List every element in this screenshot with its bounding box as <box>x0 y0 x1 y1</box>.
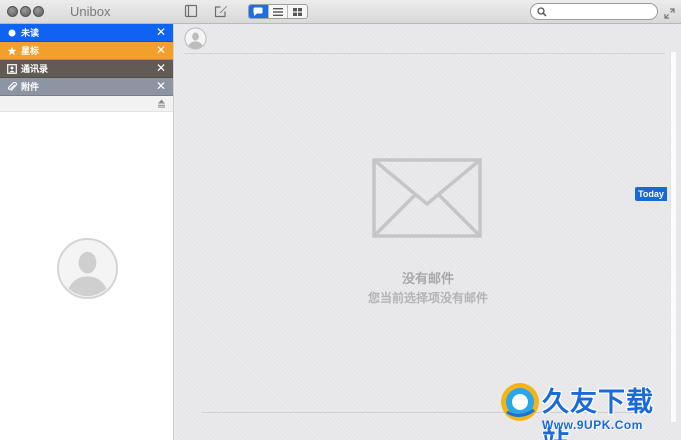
remove-filter-button[interactable]: ✕ <box>156 26 166 39</box>
remove-filter-button[interactable]: ✕ <box>156 62 166 75</box>
filter-attachments[interactable]: 附件 ✕ <box>0 78 173 96</box>
dot-icon <box>8 29 16 37</box>
compose-button[interactable] <box>214 4 228 18</box>
star-icon <box>7 46 17 56</box>
filter-starred[interactable]: 星标 ✕ <box>0 42 173 60</box>
app-window: Unibox 未读 ✕ 星标 ✕ 通讯录 ✕ 附件 ✕ 没有邮件 您当前选择项没… <box>0 0 681 440</box>
filter-toolbar <box>0 96 173 112</box>
paperclip-icon <box>7 82 17 91</box>
remove-filter-button[interactable]: ✕ <box>156 44 166 57</box>
filter-label: 未读 <box>21 28 40 38</box>
empty-state-title: 没有邮件 <box>401 271 454 286</box>
watermark-logo-icon <box>501 383 539 421</box>
filter-unread[interactable]: 未读 ✕ <box>0 24 173 42</box>
eject-icon[interactable] <box>157 99 166 108</box>
filter-label: 附件 <box>21 82 40 92</box>
watermark-url: Www.9UPK.Com <box>542 418 643 432</box>
filter-label: 通讯录 <box>21 64 49 74</box>
contact-card-icon <box>7 64 17 74</box>
fullscreen-arrows-icon <box>664 8 675 19</box>
search-field[interactable] <box>530 3 658 20</box>
close-window-button[interactable] <box>7 6 18 17</box>
minimize-window-button[interactable] <box>20 6 31 17</box>
header-divider <box>184 53 665 54</box>
watermark: 久友下载站 Www.9UPK.Com <box>498 380 679 440</box>
window-title: Unibox <box>70 4 111 19</box>
view-list-button[interactable] <box>269 5 289 18</box>
view-mode-segmented-control <box>248 4 308 19</box>
view-conversation-button[interactable] <box>249 5 269 18</box>
compose-icon <box>214 6 227 18</box>
empty-state-subtitle: 您当前选择项没有邮件 <box>367 291 488 305</box>
chat-bubble-icon <box>253 7 263 16</box>
search-icon <box>537 7 547 17</box>
search-input[interactable] <box>549 5 653 18</box>
today-badge[interactable]: Today <box>635 187 667 201</box>
avatar-icon[interactable] <box>184 27 207 50</box>
sidebar: 未读 ✕ 星标 ✕ 通讯录 ✕ 附件 ✕ <box>0 24 174 440</box>
toggle-sidebar-button[interactable] <box>184 4 198 18</box>
zoom-window-button[interactable] <box>33 6 44 17</box>
message-pane: 没有邮件 您当前选择项没有邮件 <box>175 24 681 440</box>
grid-icon <box>293 7 303 16</box>
list-icon <box>273 7 283 16</box>
envelope-icon <box>372 158 482 238</box>
vertical-scrollbar[interactable] <box>670 52 676 422</box>
titlebar: Unibox <box>0 0 681 24</box>
fullscreen-button[interactable] <box>664 6 675 19</box>
filter-contacts[interactable]: 通讯录 ✕ <box>0 60 173 78</box>
view-grid-button[interactable] <box>288 5 307 18</box>
filter-label: 星标 <box>21 46 40 56</box>
sidebar-toggle-icon <box>184 4 198 18</box>
avatar-placeholder-icon <box>56 237 119 300</box>
remove-filter-button[interactable]: ✕ <box>156 80 166 93</box>
